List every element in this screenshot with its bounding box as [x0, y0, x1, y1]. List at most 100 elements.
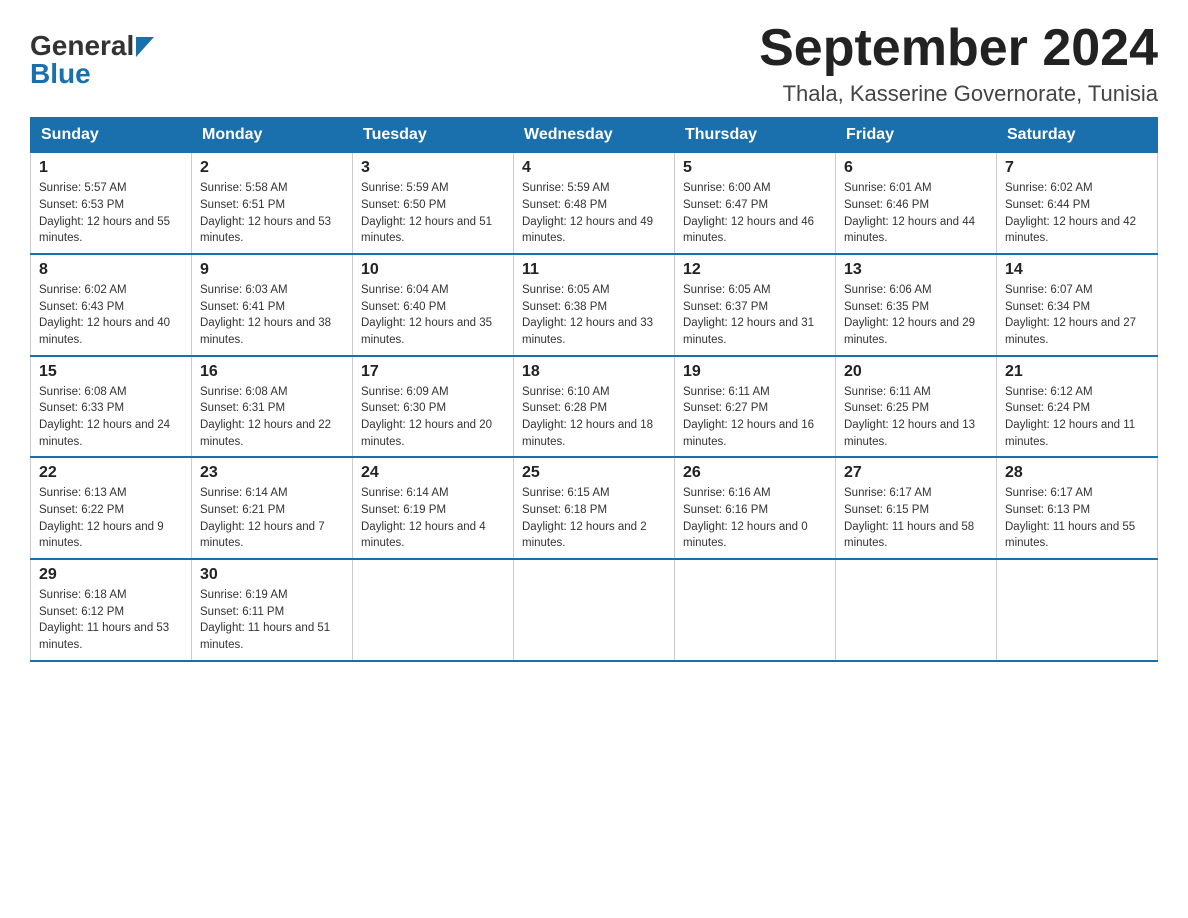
day-number: 20: [844, 363, 988, 381]
table-row: 10 Sunrise: 6:04 AMSunset: 6:40 PMDayligh…: [353, 254, 514, 356]
day-number: 17: [361, 363, 505, 381]
day-info: Sunrise: 5:57 AMSunset: 6:53 PMDaylight:…: [39, 180, 183, 247]
page-header: General Blue September 2024 Thala, Kasse…: [30, 20, 1158, 107]
day-info: Sunrise: 6:06 AMSunset: 6:35 PMDaylight:…: [844, 282, 988, 349]
table-row: 16Sunrise: 6:08 AMSunset: 6:31 PMDayligh…: [192, 356, 353, 458]
day-number: 21: [1005, 363, 1149, 381]
col-thursday: Thursday: [675, 118, 836, 153]
day-info: Sunrise: 6:04 AMSunset: 6:40 PMDaylight:…: [361, 282, 505, 349]
calendar-week-row: 15 Sunrise: 6:08 AMSunset: 6:33 PMDayligh…: [31, 356, 1158, 458]
day-number: 13: [844, 261, 988, 279]
table-row: [675, 559, 836, 661]
table-row: 29 Sunrise: 6:18 AMSunset: 6:12 PMDayligh…: [31, 559, 192, 661]
day-info: Sunrise: 6:17 AMSunset: 6:13 PMDaylight:…: [1005, 485, 1149, 552]
day-number: 22: [39, 464, 183, 482]
day-info: Sunrise: 6:05 AMSunset: 6:38 PMDaylight:…: [522, 282, 666, 349]
table-row: 25 Sunrise: 6:15 AMSunset: 6:18 PMDayligh…: [514, 457, 675, 559]
day-info: Sunrise: 6:12 AMSunset: 6:24 PMDaylight:…: [1005, 384, 1149, 451]
table-row: 2 Sunrise: 5:58 AMSunset: 6:51 PMDaylight…: [192, 153, 353, 254]
col-tuesday: Tuesday: [353, 118, 514, 153]
day-info: Sunrise: 6:03 AMSunset: 6:41 PMDaylight:…: [200, 282, 344, 349]
day-number: 2: [200, 159, 344, 177]
day-number: 25: [522, 464, 666, 482]
calendar-table: Sunday Monday Tuesday Wednesday Thursday…: [30, 117, 1158, 661]
day-number: 8: [39, 261, 183, 279]
day-number: 27: [844, 464, 988, 482]
calendar-week-row: 1 Sunrise: 5:57 AMSunset: 6:53 PMDaylight…: [31, 153, 1158, 254]
table-row: 23 Sunrise: 6:14 AMSunset: 6:21 PMDayligh…: [192, 457, 353, 559]
table-row: [353, 559, 514, 661]
day-number: 9: [200, 261, 344, 279]
day-info: Sunrise: 6:14 AMSunset: 6:19 PMDaylight:…: [361, 485, 505, 552]
logo-arrow-icon: [136, 37, 154, 57]
day-number: 7: [1005, 159, 1149, 177]
calendar-week-row: 29 Sunrise: 6:18 AMSunset: 6:12 PMDayligh…: [31, 559, 1158, 661]
page-title: September 2024: [759, 20, 1158, 77]
calendar-body: 1 Sunrise: 5:57 AMSunset: 6:53 PMDaylight…: [31, 153, 1158, 661]
day-info: Sunrise: 5:58 AMSunset: 6:51 PMDaylight:…: [200, 180, 344, 247]
day-number: 12: [683, 261, 827, 279]
day-number: 19: [683, 363, 827, 381]
day-number: 11: [522, 261, 666, 279]
table-row: 6 Sunrise: 6:01 AMSunset: 6:46 PMDaylight…: [836, 153, 997, 254]
table-row: [514, 559, 675, 661]
table-row: 11 Sunrise: 6:05 AMSunset: 6:38 PMDayligh…: [514, 254, 675, 356]
day-info: Sunrise: 6:11 AMSunset: 6:27 PMDaylight:…: [683, 384, 827, 451]
day-info: Sunrise: 5:59 AMSunset: 6:48 PMDaylight:…: [522, 180, 666, 247]
table-row: 7 Sunrise: 6:02 AMSunset: 6:44 PMDaylight…: [997, 153, 1158, 254]
table-row: 18Sunrise: 6:10 AMSunset: 6:28 PMDayligh…: [514, 356, 675, 458]
calendar-week-row: 22Sunrise: 6:13 AMSunset: 6:22 PMDayligh…: [31, 457, 1158, 559]
day-info: Sunrise: 6:15 AMSunset: 6:18 PMDaylight:…: [522, 485, 666, 552]
col-saturday: Saturday: [997, 118, 1158, 153]
day-info: Sunrise: 6:05 AMSunset: 6:37 PMDaylight:…: [683, 282, 827, 349]
day-number: 6: [844, 159, 988, 177]
days-of-week-row: Sunday Monday Tuesday Wednesday Thursday…: [31, 118, 1158, 153]
day-number: 18: [522, 363, 666, 381]
day-info: Sunrise: 6:11 AMSunset: 6:25 PMDaylight:…: [844, 384, 988, 451]
day-number: 4: [522, 159, 666, 177]
day-number: 29: [39, 566, 183, 584]
day-number: 16: [200, 363, 344, 381]
day-number: 5: [683, 159, 827, 177]
table-row: 8 Sunrise: 6:02 AMSunset: 6:43 PMDaylight…: [31, 254, 192, 356]
day-info: Sunrise: 6:19 AMSunset: 6:11 PMDaylight:…: [200, 587, 344, 654]
day-info: Sunrise: 6:02 AMSunset: 6:43 PMDaylight:…: [39, 282, 183, 349]
table-row: 26Sunrise: 6:16 AMSunset: 6:16 PMDayligh…: [675, 457, 836, 559]
day-number: 30: [200, 566, 344, 584]
table-row: 19 Sunrise: 6:11 AMSunset: 6:27 PMDayligh…: [675, 356, 836, 458]
day-number: 24: [361, 464, 505, 482]
table-row: 13 Sunrise: 6:06 AMSunset: 6:35 PMDayligh…: [836, 254, 997, 356]
table-row: 3 Sunrise: 5:59 AMSunset: 6:50 PMDaylight…: [353, 153, 514, 254]
table-row: 28 Sunrise: 6:17 AMSunset: 6:13 PMDayligh…: [997, 457, 1158, 559]
col-friday: Friday: [836, 118, 997, 153]
table-row: 17Sunrise: 6:09 AMSunset: 6:30 PMDayligh…: [353, 356, 514, 458]
day-info: Sunrise: 6:14 AMSunset: 6:21 PMDaylight:…: [200, 485, 344, 552]
calendar-header: Sunday Monday Tuesday Wednesday Thursday…: [31, 118, 1158, 153]
day-number: 10: [361, 261, 505, 279]
day-info: Sunrise: 6:07 AMSunset: 6:34 PMDaylight:…: [1005, 282, 1149, 349]
day-number: 23: [200, 464, 344, 482]
table-row: 22Sunrise: 6:13 AMSunset: 6:22 PMDayligh…: [31, 457, 192, 559]
day-number: 26: [683, 464, 827, 482]
day-info: Sunrise: 6:02 AMSunset: 6:44 PMDaylight:…: [1005, 180, 1149, 247]
calendar-week-row: 8 Sunrise: 6:02 AMSunset: 6:43 PMDaylight…: [31, 254, 1158, 356]
table-row: 27 Sunrise: 6:17 AMSunset: 6:15 PMDayligh…: [836, 457, 997, 559]
day-number: 14: [1005, 261, 1149, 279]
day-number: 1: [39, 159, 183, 177]
table-row: 5Sunrise: 6:00 AMSunset: 6:47 PMDaylight…: [675, 153, 836, 254]
day-info: Sunrise: 6:18 AMSunset: 6:12 PMDaylight:…: [39, 587, 183, 654]
day-number: 3: [361, 159, 505, 177]
day-number: 28: [1005, 464, 1149, 482]
day-info: Sunrise: 6:17 AMSunset: 6:15 PMDaylight:…: [844, 485, 988, 552]
day-number: 15: [39, 363, 183, 381]
table-row: 14 Sunrise: 6:07 AMSunset: 6:34 PMDayligh…: [997, 254, 1158, 356]
day-info: Sunrise: 5:59 AMSunset: 6:50 PMDaylight:…: [361, 180, 505, 247]
table-row: [997, 559, 1158, 661]
day-info: Sunrise: 6:08 AMSunset: 6:33 PMDaylight:…: [39, 384, 183, 451]
table-row: 20 Sunrise: 6:11 AMSunset: 6:25 PMDayligh…: [836, 356, 997, 458]
table-row: 4 Sunrise: 5:59 AMSunset: 6:48 PMDaylight…: [514, 153, 675, 254]
table-row: 30 Sunrise: 6:19 AMSunset: 6:11 PMDayligh…: [192, 559, 353, 661]
day-info: Sunrise: 6:01 AMSunset: 6:46 PMDaylight:…: [844, 180, 988, 247]
col-monday: Monday: [192, 118, 353, 153]
table-row: [836, 559, 997, 661]
